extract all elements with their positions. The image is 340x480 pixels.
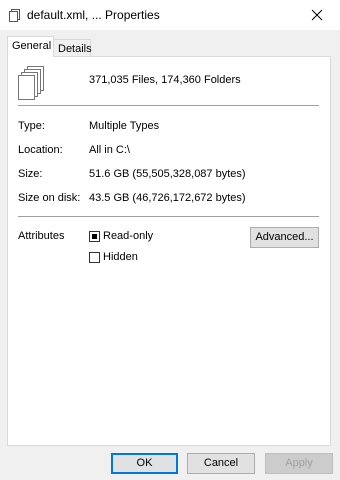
size-on-disk-value: 43.5 GB (46,726,172,672 bytes) xyxy=(89,192,246,204)
location-label: Location: xyxy=(18,144,63,156)
apply-button[interactable]: Apply xyxy=(265,453,333,474)
size-label: Size: xyxy=(18,168,43,180)
general-panel xyxy=(7,56,331,446)
cancel-button[interactable]: Cancel xyxy=(187,453,255,474)
readonly-checkbox[interactable] xyxy=(89,231,100,242)
title-bar: default.xml, ... Properties xyxy=(0,0,340,30)
location-value: All in C:\ xyxy=(89,144,130,156)
size-on-disk-label: Size on disk: xyxy=(18,192,81,204)
size-value: 51.6 GB (55,505,328,087 bytes) xyxy=(89,168,246,180)
separator xyxy=(18,105,319,106)
multiple-files-icon xyxy=(18,66,46,102)
attributes-label: Attributes xyxy=(18,230,65,242)
readonly-label[interactable]: Read-only xyxy=(103,230,153,242)
close-button[interactable] xyxy=(294,0,340,30)
document-icon xyxy=(8,8,22,22)
close-icon xyxy=(311,9,323,21)
hidden-checkbox[interactable] xyxy=(89,252,100,263)
type-value: Multiple Types xyxy=(89,120,160,132)
separator xyxy=(18,216,319,217)
hidden-label[interactable]: Hidden xyxy=(103,251,138,263)
tab-general[interactable]: General xyxy=(7,36,54,57)
selection-summary: 371,035 Files, 174,360 Folders xyxy=(89,74,241,86)
type-label: Type: xyxy=(18,120,45,132)
ok-button[interactable]: OK xyxy=(111,453,178,474)
window-title: default.xml, ... Properties xyxy=(27,8,160,22)
advanced-button[interactable]: Advanced... xyxy=(250,227,319,248)
